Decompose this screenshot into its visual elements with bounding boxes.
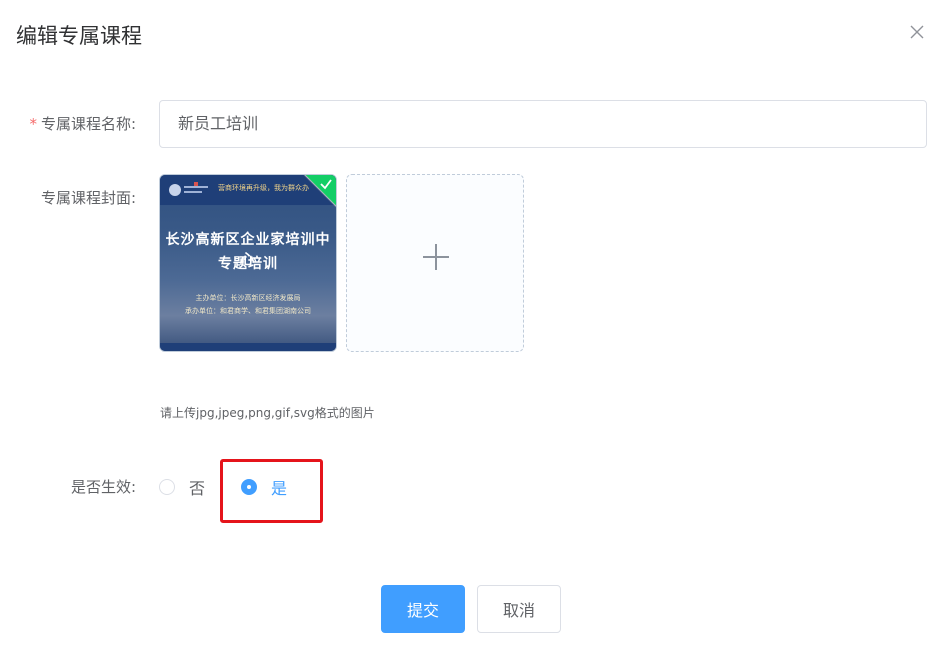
dialog-title: 编辑专属课程 [16,24,142,48]
cover-sub-line2: 承办单位：和君商学、和君集团湖南公司 [185,307,311,315]
radio-option-no[interactable]: 否 [159,476,205,498]
course-name-label: * 专属课程名称: [14,114,136,134]
course-name-label-text: 专属课程名称: [40,115,136,133]
highlight-annotation-box [220,459,323,523]
cover-logo-icon [169,182,208,196]
cover-image-thumbnail[interactable]: 营商环境再升级，我为群众办 长沙高新区企业家培训中心 专题培训 主办单位：长沙高… [159,174,337,352]
cover-banner-text: 营商环境再升级，我为群众办 [218,184,309,192]
upload-tip: 请上传jpg,jpeg,png,gif,svg格式的图片 [160,406,375,420]
upload-button[interactable] [346,174,524,352]
radio-label-no: 否 [189,479,206,498]
close-icon[interactable] [907,22,927,42]
active-label: 是否生效: [70,478,136,496]
required-mark: * [29,115,37,133]
radio-circle-no[interactable] [159,479,175,495]
cancel-button[interactable]: 取消 [477,585,561,633]
course-name-input[interactable]: 新员工培训 [159,100,927,148]
course-cover-label: 专属课程封面: [40,189,136,207]
cover-sub-line1: 主办单位：长沙高新区经济发展局 [195,294,301,302]
cover-bottom-strip [160,343,336,351]
check-icon [320,179,332,190]
submit-button[interactable]: 提交 [381,585,465,633]
cover-title-line2: 专题培训 [218,256,278,272]
plus-icon [423,244,449,270]
